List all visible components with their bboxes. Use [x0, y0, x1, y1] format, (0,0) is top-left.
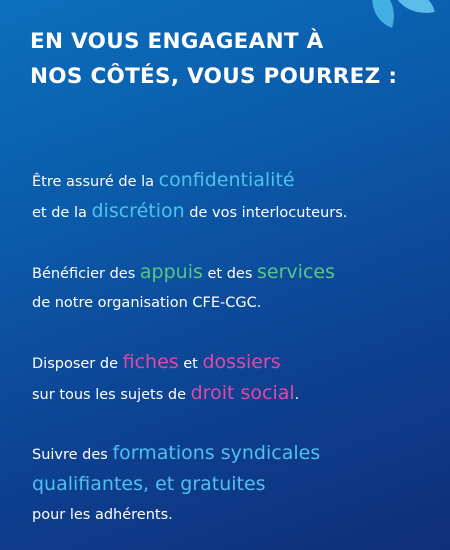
benefit-text: pour les adhérents. — [32, 507, 173, 523]
benefit-text: Disposer de — [32, 356, 123, 372]
benefit-text: Suivre des — [32, 447, 113, 463]
leaf-decoration — [393, 0, 435, 20]
benefit-text: Bénéficier des — [32, 266, 140, 282]
benefit-text: et de la — [32, 205, 92, 221]
headline-line-2: NOS CÔTÉS, VOUS POURREZ : — [30, 64, 398, 89]
highlight-fiches: fiches — [122, 351, 179, 373]
highlight-discretion: discrétion — [91, 200, 185, 222]
benefit-documentation: Disposer de fiches et dossiers sur tous l… — [32, 348, 299, 410]
benefit-confidentiality: Être assuré de la confidentialité et de l… — [32, 166, 347, 228]
highlight-services: services — [257, 261, 335, 283]
benefit-text: sur tous les sujets de — [32, 387, 191, 403]
highlight-formations: formations syndicales — [112, 442, 321, 464]
benefit-support: Bénéficier des appuis et des services de … — [32, 258, 335, 318]
benefit-text: et des — [202, 266, 258, 282]
highlight-appuis: appuis — [139, 261, 203, 283]
benefit-text: et — [178, 356, 203, 372]
headline: EN VOUS ENGAGEANT À NOS CÔTÉS, VOUS POUR… — [30, 24, 397, 94]
headline-line-1: EN VOUS ENGAGEANT À — [30, 29, 324, 54]
highlight-qualifiantes: qualifiantes, et gratuites — [32, 473, 266, 495]
benefit-text: . — [294, 387, 300, 403]
benefit-text: Être assuré de la — [32, 174, 159, 190]
highlight-droit-social: droit social — [190, 382, 295, 404]
highlight-dossiers: dossiers — [202, 351, 281, 373]
benefit-text: de notre organisation CFE-CGC. — [32, 295, 262, 311]
benefit-training: Suivre des formations syndicales qualifia… — [32, 439, 320, 530]
benefit-text: de vos interlocuteurs. — [184, 205, 348, 221]
highlight-confidentiality: confidentialité — [158, 169, 295, 191]
